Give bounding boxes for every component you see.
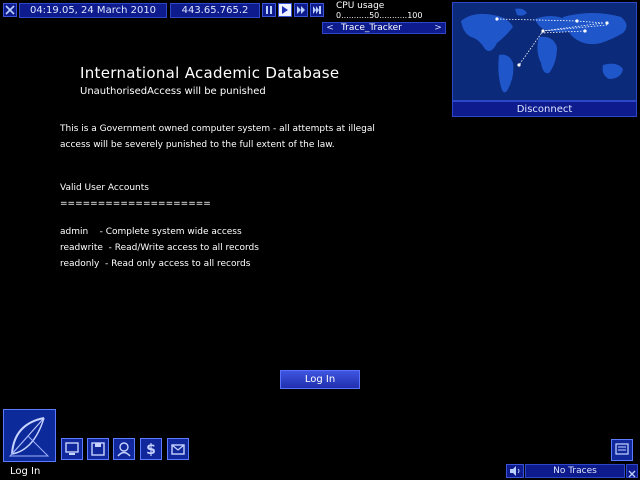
person-badge-icon [117, 442, 131, 457]
date-time-display: 04:19.05, 24 March 2010 [19, 3, 167, 18]
warning-text: This is a Government owned computer syst… [60, 124, 375, 150]
page-title: International Academic Database [80, 64, 340, 82]
pause-icon [266, 6, 272, 14]
trace-next-arrow[interactable]: > [431, 23, 445, 33]
world-map-graphic [453, 3, 636, 100]
svg-text:$: $ [146, 442, 156, 457]
inbox-button[interactable] [611, 439, 633, 461]
envelope-icon [171, 444, 185, 455]
accounts-separator: ==================== [60, 199, 211, 209]
email-button[interactable] [167, 438, 189, 460]
software-menu-button[interactable] [3, 409, 56, 462]
pause-button[interactable] [262, 3, 276, 17]
close-icon [5, 5, 15, 15]
accounts-list: admin - Complete system wide access read… [60, 224, 259, 272]
computer-icon [65, 442, 79, 455]
trace-tracker-selector[interactable]: < Trace_Tracker > [322, 22, 446, 34]
log-in-button[interactable]: Log In [280, 370, 360, 389]
satellite-dish-icon [4, 410, 55, 461]
list-item: admin - Complete system wide access [60, 227, 242, 237]
memory-button[interactable] [87, 438, 109, 460]
cpu-usage-panel: CPU usage 0...........50...........100 [336, 1, 452, 21]
trace-prev-arrow[interactable]: < [323, 23, 337, 33]
sound-button[interactable] [506, 464, 524, 478]
dollar-icon: $ [146, 442, 156, 457]
speed-controls [262, 3, 324, 17]
status-button[interactable] [113, 438, 135, 460]
traces-display: No Traces [525, 464, 625, 478]
hardware-button[interactable] [61, 438, 83, 460]
trace-tracker-label: Trace_Tracker [341, 23, 402, 33]
play-button[interactable] [278, 3, 292, 17]
status-text: Log In [10, 466, 41, 477]
play-icon [282, 6, 288, 14]
floppy-disk-icon [91, 442, 105, 456]
fastest-forward-icon [313, 6, 321, 14]
speaker-icon [510, 466, 520, 476]
finance-button[interactable]: $ [140, 438, 162, 460]
ip-address-display: 443.65.765.2 [170, 3, 260, 18]
traces-close-button[interactable] [626, 464, 638, 478]
world-map[interactable] [452, 2, 637, 101]
fast-forward-icon [297, 6, 305, 14]
close-button[interactable] [3, 3, 17, 17]
cpu-usage-label: CPU usage [336, 1, 385, 11]
close-icon [628, 470, 636, 478]
list-item: readwrite - Read/Write access to all rec… [60, 243, 259, 253]
page-subtitle: UnauthorisedAccess will be punished [80, 86, 266, 97]
disconnect-button[interactable]: Disconnect [452, 101, 637, 117]
cpu-usage-scale: 0...........50...........100 [336, 11, 423, 20]
accounts-header: Valid User Accounts [60, 183, 149, 193]
mail-icon [615, 443, 629, 455]
fastest-forward-button[interactable] [310, 3, 324, 17]
fast-forward-button[interactable] [294, 3, 308, 17]
list-item: readonly - Read only access to all recor… [60, 259, 251, 269]
